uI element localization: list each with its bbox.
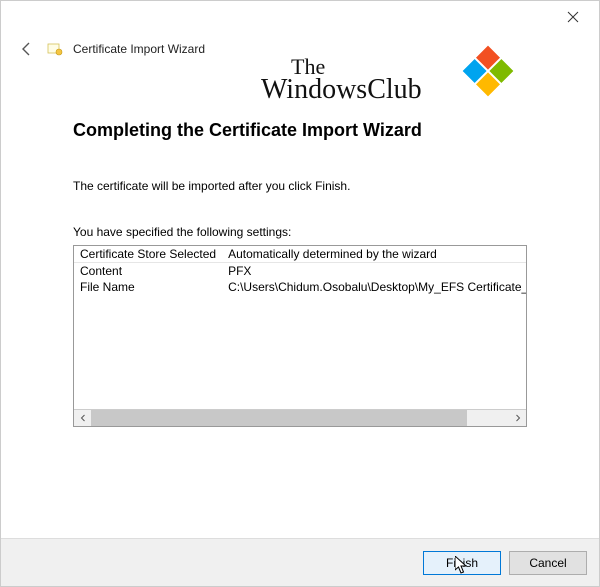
table-row[interactable]: Content PFX	[74, 263, 526, 280]
settings-listbox: Certificate Store Selected Automatically…	[73, 245, 527, 427]
titlebar	[1, 1, 599, 37]
wizard-header: Certificate Import Wizard	[1, 37, 599, 65]
close-icon[interactable]	[555, 5, 591, 29]
scroll-track[interactable]	[91, 410, 509, 426]
table-row[interactable]: File Name C:\Users\Chidum.Osobalu\Deskto…	[74, 279, 526, 295]
scroll-left-icon[interactable]	[74, 410, 91, 426]
setting-value: PFX	[222, 263, 526, 280]
cancel-button[interactable]: Cancel	[509, 551, 587, 575]
scroll-thumb[interactable]	[91, 410, 467, 426]
setting-key: Content	[74, 263, 222, 280]
back-arrow-icon[interactable]	[17, 39, 37, 59]
wizard-title: Certificate Import Wizard	[73, 42, 205, 56]
dialog-footer: Finish Cancel	[1, 538, 599, 586]
certificate-icon	[47, 41, 63, 57]
wizard-content: Completing the Certificate Import Wizard…	[1, 120, 599, 427]
watermark-line2: WindowsClub	[261, 76, 471, 104]
setting-value: Automatically determined by the wizard	[222, 246, 526, 263]
instruction-text: The certificate will be imported after y…	[73, 179, 527, 193]
settings-table: Certificate Store Selected Automatically…	[74, 246, 526, 409]
table-row[interactable]: Certificate Store Selected Automatically…	[74, 246, 526, 263]
finish-button[interactable]: Finish	[423, 551, 501, 575]
horizontal-scrollbar[interactable]	[74, 409, 526, 426]
setting-key: Certificate Store Selected	[74, 246, 222, 263]
setting-key: File Name	[74, 279, 222, 295]
setting-value: C:\Users\Chidum.Osobalu\Desktop\My_EFS C…	[222, 279, 526, 295]
settings-intro: You have specified the following setting…	[73, 225, 527, 239]
page-heading: Completing the Certificate Import Wizard	[73, 120, 527, 141]
scroll-right-icon[interactable]	[509, 410, 526, 426]
